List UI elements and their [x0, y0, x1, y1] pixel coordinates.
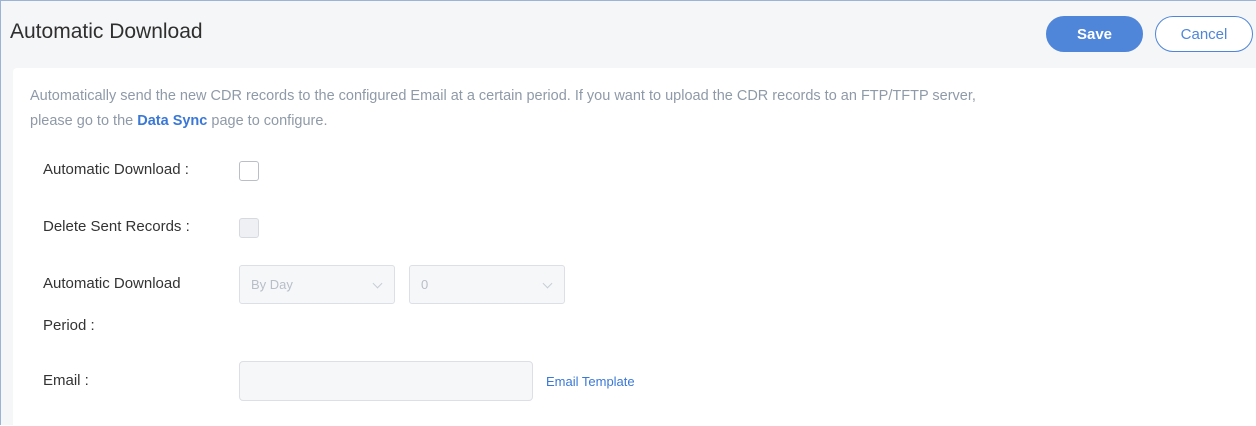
- description-text: Automatically send the new CDR records t…: [30, 84, 1230, 134]
- period-label-line2: Period :: [43, 317, 95, 334]
- period-value: 0: [421, 277, 429, 292]
- description-line2-suffix: page to configure.: [207, 113, 328, 129]
- email-label: Email :: [43, 372, 89, 389]
- save-button[interactable]: Save: [1046, 16, 1143, 52]
- automatic-download-label: Automatic Download :: [43, 161, 189, 178]
- delete-sent-records-label: Delete Sent Records :: [43, 218, 190, 235]
- page-title: Automatic Download: [10, 20, 203, 43]
- period-value-select[interactable]: 0: [409, 265, 565, 304]
- page-header: Automatic Download Save Cancel: [1, 1, 1256, 67]
- description-line1: Automatically send the new CDR records t…: [30, 88, 976, 104]
- period-label-line1: Automatic Download: [43, 275, 181, 292]
- period-unit-select[interactable]: By Day: [239, 265, 395, 304]
- data-sync-link[interactable]: Data Sync: [137, 113, 207, 129]
- automatic-download-page: Automatic Download Save Cancel Automatic…: [0, 0, 1256, 426]
- chevron-down-icon: [542, 278, 553, 289]
- chevron-down-icon: [372, 278, 383, 289]
- email-template-link[interactable]: Email Template: [546, 374, 635, 389]
- cancel-button[interactable]: Cancel: [1155, 16, 1253, 52]
- email-input[interactable]: [239, 361, 533, 401]
- automatic-download-checkbox[interactable]: [239, 161, 259, 181]
- settings-panel: Automatically send the new CDR records t…: [13, 68, 1256, 426]
- description-line2-prefix: please go to the: [30, 113, 138, 129]
- period-unit-value: By Day: [251, 277, 293, 292]
- delete-sent-records-checkbox[interactable]: [239, 218, 259, 238]
